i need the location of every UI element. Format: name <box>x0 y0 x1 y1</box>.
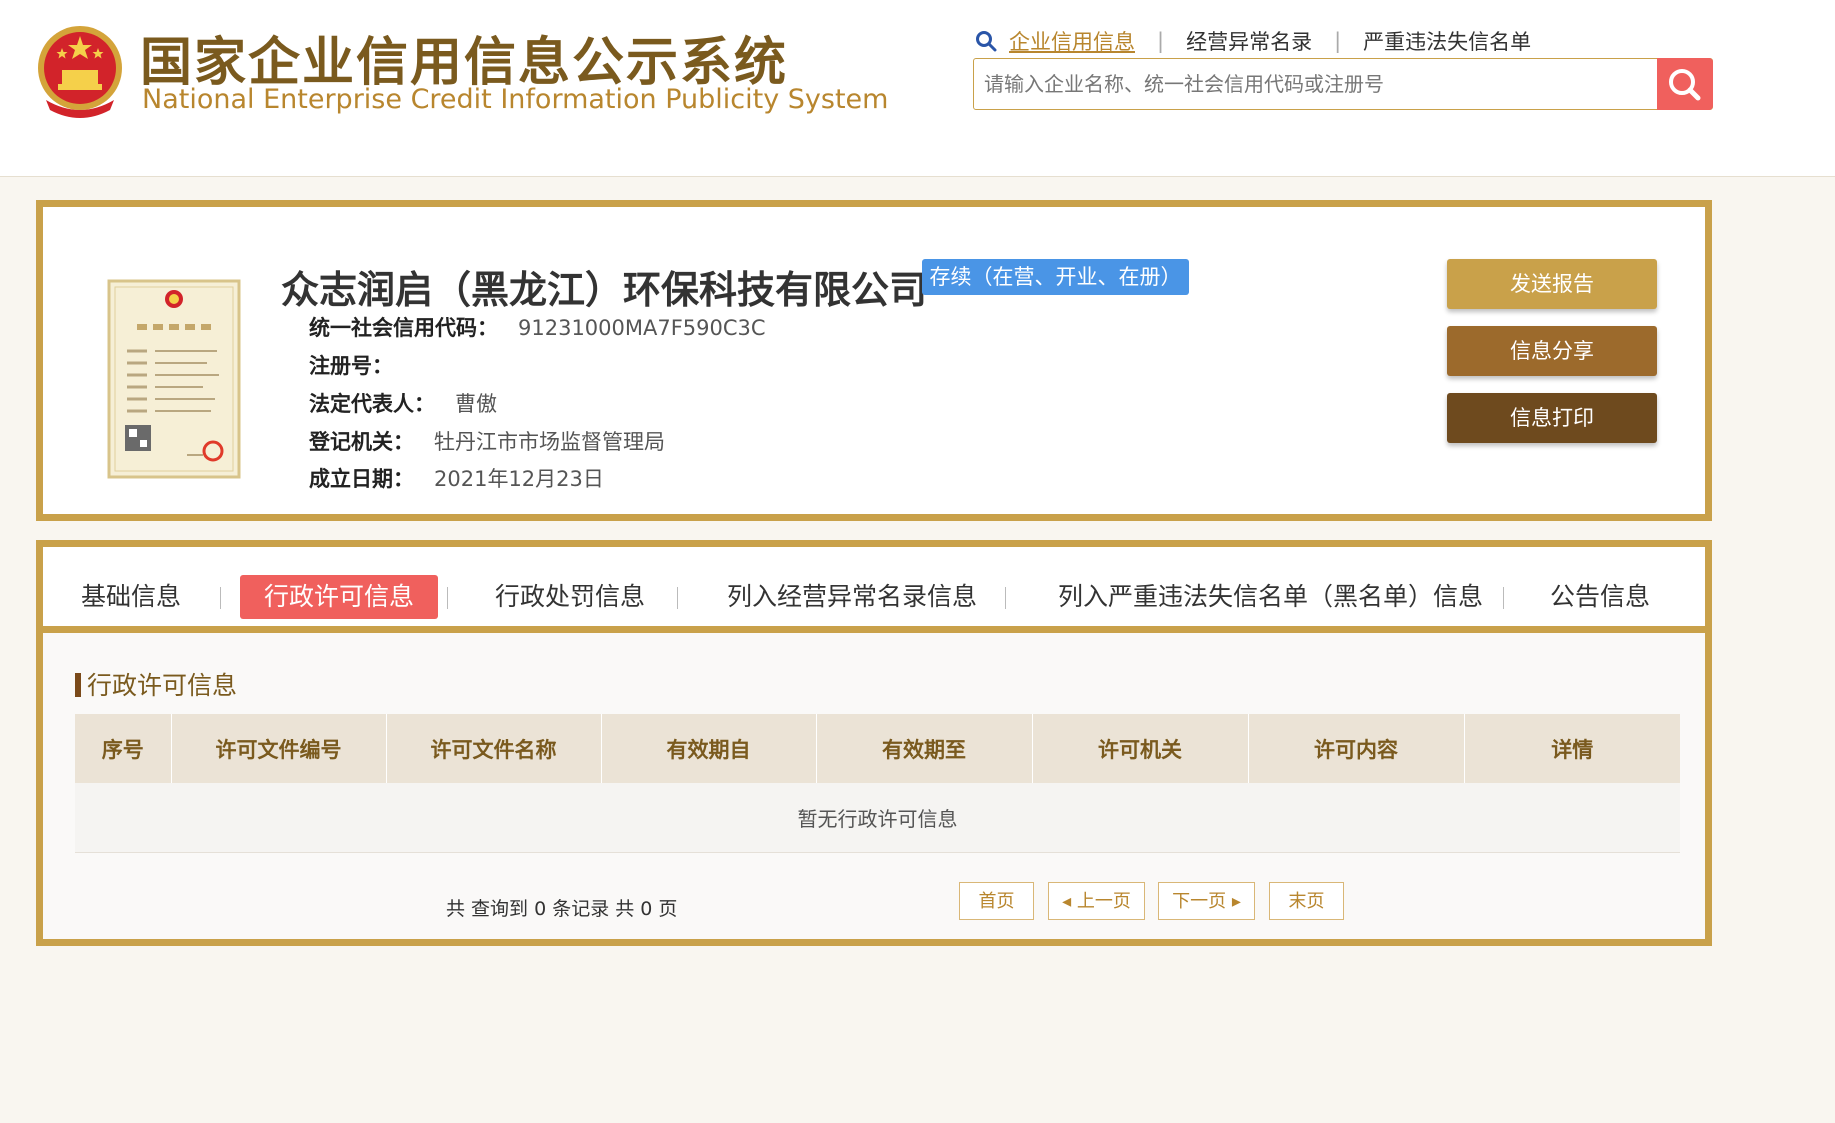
tab-basic-info[interactable]: 基础信息 <box>81 575 181 619</box>
divider <box>1503 587 1504 609</box>
info-value: 91231000MA7F590C3C <box>518 316 766 340</box>
section-marker <box>75 673 81 697</box>
info-label: 注册号： <box>309 354 393 378</box>
divider <box>220 587 221 609</box>
column-header: 有效期自 <box>601 714 817 783</box>
last-page-button[interactable]: 末页 <box>1269 882 1344 920</box>
prev-page-label: 上一页 <box>1076 891 1131 912</box>
search-tab-abnormal-list[interactable]: 经营异常名录 <box>1186 26 1312 56</box>
search-icon <box>1669 69 1701 101</box>
info-label: 成立日期： <box>309 467 414 491</box>
pager-summary: 共 查询到 0 条记录 共 0 页 <box>446 898 678 920</box>
section-title: 行政许可信息 <box>75 666 237 702</box>
info-legal-representative: 法定代表人： 曹傲 <box>309 388 497 418</box>
business-license-image[interactable] <box>107 279 241 479</box>
column-header: 许可文件编号 <box>171 714 387 783</box>
info-registration-number: 注册号： <box>309 350 413 380</box>
company-summary-card: 众志润启（黑龙江）环保科技有限公司 存续（在营、开业、在册） 统一社会信用代码：… <box>36 200 1712 521</box>
info-registration-authority: 登记机关： 牡丹江市市场监督管理局 <box>309 426 665 456</box>
column-header: 序号 <box>75 714 172 783</box>
tab-administrative-license[interactable]: 行政许可信息 <box>240 575 439 619</box>
column-header: 详情 <box>1464 714 1680 783</box>
search-tab-enterprise-credit[interactable]: 企业信用信息 <box>1009 26 1135 56</box>
info-label: 法定代表人： <box>309 392 435 416</box>
send-report-button[interactable]: 发送报告 <box>1447 259 1657 309</box>
table-row: 暂无行政许可信息 <box>75 783 1680 853</box>
divider <box>1005 587 1006 609</box>
tab-abnormal-list[interactable]: 列入经营异常名录信息 <box>727 575 977 619</box>
tab-bar: 基础信息 行政许可信息 行政处罚信息 列入经营异常名录信息 列入严重违法失信名单… <box>43 547 1705 633</box>
next-page-button[interactable]: 下一页 ▸ <box>1158 882 1255 920</box>
column-header: 许可机关 <box>1032 714 1249 783</box>
info-establish-date: 成立日期： 2021年12月23日 <box>309 463 604 493</box>
detail-tabs-card: 基础信息 行政许可信息 行政处罚信息 列入经营异常名录信息 列入严重违法失信名单… <box>36 540 1712 946</box>
column-header: 许可文件名称 <box>386 714 602 783</box>
info-value: 曹傲 <box>455 392 497 416</box>
national-emblem-icon <box>38 26 122 118</box>
company-name: 众志润启（黑龙江）环保科技有限公司 <box>281 268 928 312</box>
column-header: 许可内容 <box>1248 714 1465 783</box>
search-button[interactable] <box>1657 58 1713 110</box>
status-badge: 存续（在营、开业、在册） <box>922 259 1189 295</box>
tab-announcements[interactable]: 公告信息 <box>1550 575 1650 619</box>
search-category-tabs: 企业信用信息 | 经营异常名录 | 严重违法失信名单 <box>975 26 1531 56</box>
info-value: 2021年12月23日 <box>434 467 604 491</box>
caret-right-icon: ▸ <box>1226 891 1241 912</box>
tab-blacklist[interactable]: 列入严重违法失信名单（黑名单）信息 <box>1058 575 1483 619</box>
info-label: 统一社会信用代码： <box>309 316 498 340</box>
section-title-text: 行政许可信息 <box>87 671 238 700</box>
search-icon <box>976 31 997 52</box>
caret-left-icon: ◂ <box>1062 891 1077 912</box>
search-box <box>973 58 1713 110</box>
divider: | <box>1157 29 1165 53</box>
prev-page-button[interactable]: ◂ 上一页 <box>1048 882 1145 920</box>
license-table: 序号 许可文件编号 许可文件名称 有效期自 有效期至 许可机关 许可内容 详情 … <box>75 714 1680 853</box>
empty-message: 暂无行政许可信息 <box>75 783 1680 853</box>
site-header: 国家企业信用信息公示系统 National Enterprise Credit … <box>0 0 1835 177</box>
info-label: 登记机关： <box>309 430 414 454</box>
site-subtitle: National Enterprise Credit Information P… <box>142 84 889 115</box>
share-info-button[interactable]: 信息分享 <box>1447 326 1657 376</box>
divider <box>447 587 448 609</box>
search-input[interactable] <box>974 59 1659 109</box>
next-page-label: 下一页 <box>1172 891 1227 912</box>
search-tab-blacklist[interactable]: 严重违法失信名单 <box>1363 26 1531 56</box>
info-value: 牡丹江市市场监督管理局 <box>434 430 665 454</box>
divider: | <box>1334 29 1342 53</box>
first-page-button[interactable]: 首页 <box>959 882 1034 920</box>
print-info-button[interactable]: 信息打印 <box>1447 393 1657 443</box>
info-credit-code: 统一社会信用代码： 91231000MA7F590C3C <box>309 312 766 342</box>
divider <box>677 587 678 609</box>
column-header: 有效期至 <box>816 714 1033 783</box>
table-header-row: 序号 许可文件编号 许可文件名称 有效期自 有效期至 许可机关 许可内容 详情 <box>75 714 1680 783</box>
tab-administrative-penalty[interactable]: 行政处罚信息 <box>495 575 645 619</box>
